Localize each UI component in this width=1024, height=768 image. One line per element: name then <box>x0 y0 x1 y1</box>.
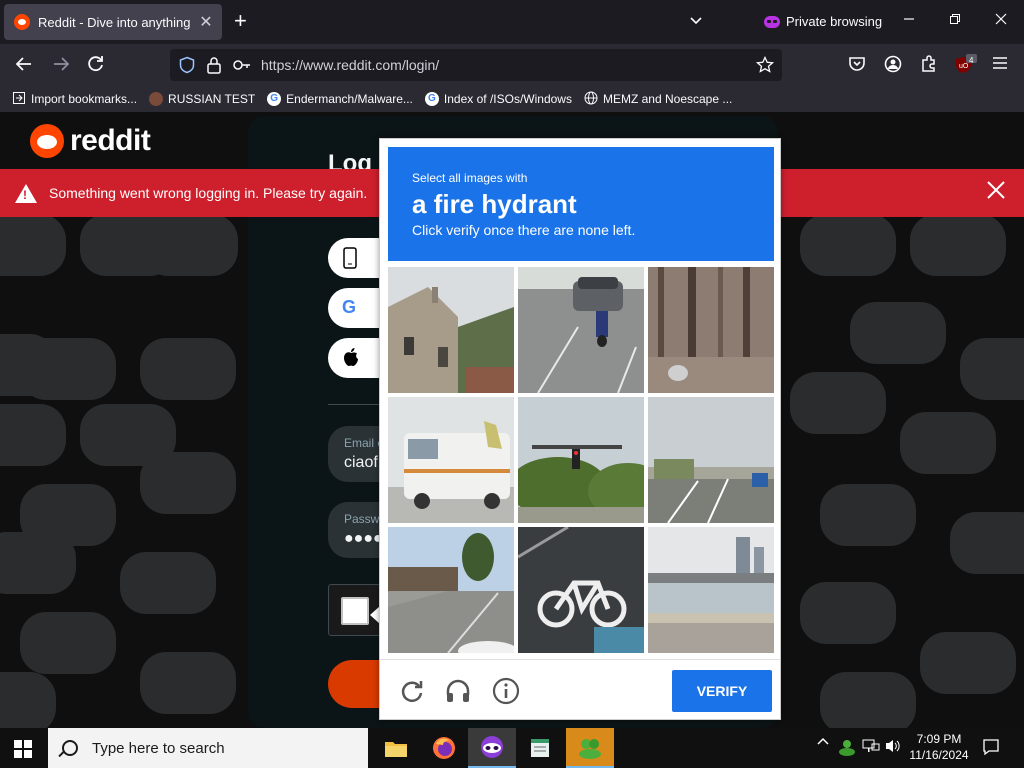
menu-hamburger-icon[interactable] <box>991 54 1009 76</box>
url-text[interactable]: https://www.reddit.com/login/ <box>261 57 439 73</box>
info-icon[interactable] <box>492 677 520 705</box>
permissions-key-icon[interactable] <box>232 56 252 77</box>
harbor-bridge-image[interactable] <box>648 527 774 653</box>
private-browsing-indicator: Private browsing <box>764 14 882 29</box>
extensions-puzzle-icon[interactable] <box>919 54 939 78</box>
tray-green-app-icon[interactable] <box>838 738 856 759</box>
street-market-image[interactable] <box>388 527 514 653</box>
snoo-icon <box>30 124 64 158</box>
browser-tab-bar: Reddit - Dive into anything ✕ + Private … <box>0 0 1024 44</box>
account-icon[interactable] <box>883 54 903 78</box>
traffic-light-image[interactable] <box>518 397 644 523</box>
van-street-image[interactable] <box>388 397 514 523</box>
tracking-shield-icon[interactable] <box>178 56 196 77</box>
notification-icon[interactable] <box>982 738 1000 759</box>
reload-challenge-icon[interactable] <box>398 677 426 705</box>
ublock-badge: 4 <box>969 56 974 65</box>
bookmark-label: Endermanch/Malware... <box>286 92 413 106</box>
network-icon[interactable] <box>862 738 880 757</box>
minimize-icon[interactable] <box>903 12 915 28</box>
new-tab-button[interactable]: + <box>234 10 247 32</box>
recaptcha-challenge: Select all images with a fire hydrant Cl… <box>379 138 781 720</box>
tab-title: Reddit - Dive into anything <box>38 14 191 30</box>
notepad-icon[interactable] <box>516 728 564 768</box>
captcha-target: a fire hydrant <box>412 189 577 219</box>
globe-icon <box>584 91 598 108</box>
search-icon <box>62 740 78 756</box>
house-street-image[interactable] <box>388 267 514 393</box>
pocket-icon[interactable] <box>847 54 867 78</box>
bike-lane-image[interactable] <box>518 527 644 653</box>
bookmark-label: MEMZ and Noescape ... <box>602 92 733 106</box>
bookmark-isos[interactable]: G Index of /ISOs/Windows <box>424 92 572 106</box>
verify-button[interactable]: VERIFY <box>672 670 772 712</box>
volume-icon[interactable] <box>884 738 902 757</box>
firefox-icon[interactable] <box>420 728 468 768</box>
captcha-subtext: Click verify once there are none left. <box>412 222 636 238</box>
svg-text:uO: uO <box>959 63 969 70</box>
reddit-favicon-icon <box>14 14 30 30</box>
system-clock[interactable]: 7:09 PM 11/16/2024 <box>906 731 972 763</box>
close-error-icon[interactable] <box>986 179 1006 207</box>
password-value: ●●●● <box>344 530 383 547</box>
bookmark-russian-test[interactable]: RUSSIAN TEST <box>149 92 255 106</box>
google-icon: G <box>424 92 439 106</box>
back-arrow-icon[interactable] <box>14 54 34 78</box>
import-icon <box>12 91 26 108</box>
google-g-icon: G <box>342 297 357 317</box>
recaptcha-checkbox[interactable] <box>341 597 369 625</box>
clock-date: 11/16/2024 <box>909 748 969 762</box>
site-icon <box>149 92 164 106</box>
bookmark-import[interactable]: Import bookmarks... <box>12 91 137 108</box>
apple-icon <box>342 347 360 372</box>
clock-time: 7:09 PM <box>916 732 962 746</box>
bookmark-endermanch[interactable]: G Endermanch/Malware... <box>267 92 413 106</box>
email-value: ciaof <box>344 454 378 471</box>
highway-sign-image[interactable] <box>648 397 774 523</box>
bookmark-label: RUSSIAN TEST <box>168 92 256 106</box>
bookmark-label: Index of /ISOs/Windows <box>443 92 572 106</box>
windows-start-icon[interactable] <box>14 740 32 758</box>
bookmark-star-icon[interactable] <box>755 55 775 77</box>
scooter-road-image[interactable] <box>518 267 644 393</box>
reddit-logo[interactable]: reddit <box>30 124 151 158</box>
restore-icon[interactable] <box>949 12 961 28</box>
warning-icon <box>15 183 37 203</box>
email-label: Email o <box>344 436 385 450</box>
captcha-image-grid <box>388 267 774 653</box>
private-mask-icon <box>764 15 780 28</box>
error-message: Something went wrong logging in. Please … <box>49 185 368 201</box>
captcha-instruction: Select all images with <box>412 171 528 185</box>
reddit-wordmark: reddit <box>70 124 151 157</box>
close-window-icon[interactable] <box>995 12 1007 28</box>
tab-close-icon[interactable]: ✕ <box>196 12 216 32</box>
tray-overflow-chevron-icon[interactable] <box>816 734 830 751</box>
audio-challenge-icon[interactable] <box>444 677 472 705</box>
captcha-header: Select all images with a fire hydrant Cl… <box>388 147 774 261</box>
forward-arrow-icon[interactable] <box>51 54 71 78</box>
list-tabs-chevron-icon[interactable] <box>688 12 706 30</box>
bookmark-label: Import bookmarks... <box>31 92 138 106</box>
bookmarks-toolbar: Import bookmarks... RUSSIAN TEST G Ender… <box>0 86 1024 112</box>
taskbar-search-box[interactable]: Type here to search <box>48 728 368 768</box>
captcha-footer: VERIFY <box>380 659 780 719</box>
search-placeholder: Type here to search <box>92 739 225 757</box>
tab-reddit[interactable]: Reddit - Dive into anything ✕ <box>4 4 222 40</box>
green-app-icon[interactable] <box>566 728 614 768</box>
ublock-origin-icon[interactable]: uO 4 <box>955 54 977 80</box>
firefox-private-icon[interactable] <box>468 728 516 768</box>
bookmark-memz[interactable]: MEMZ and Noescape ... <box>584 91 732 108</box>
file-explorer-icon[interactable] <box>372 728 420 768</box>
url-bar[interactable]: https://www.reddit.com/login/ <box>170 49 782 81</box>
phone-icon <box>342 247 358 274</box>
google-icon: G <box>267 92 282 106</box>
trees-forest-image[interactable] <box>648 267 774 393</box>
reload-icon[interactable] <box>86 54 106 78</box>
private-browsing-label: Private browsing <box>786 14 883 29</box>
lock-icon[interactable] <box>206 56 222 77</box>
